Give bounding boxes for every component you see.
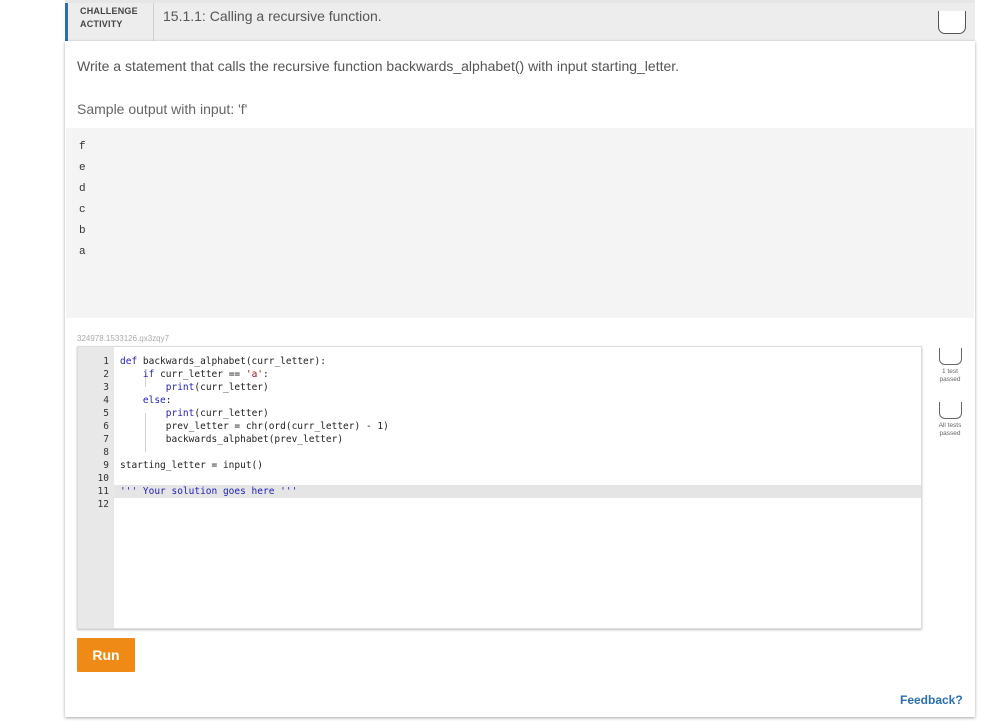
test-1-label: 1 test passed xyxy=(930,368,970,384)
code-line[interactable]: ''' Your solution goes here ''' xyxy=(120,485,297,498)
header-divider xyxy=(153,3,154,41)
completion-badge-icon xyxy=(938,11,966,34)
code-token: (curr_letter) xyxy=(194,382,269,393)
test-1-status-icon xyxy=(938,348,962,365)
run-button[interactable]: Run xyxy=(77,638,135,672)
activity-header: CHALLENGE ACTIVITY 15.1.1: Calling a rec… xyxy=(65,3,975,41)
line-number: 10 xyxy=(97,473,109,484)
sample-output-line: a xyxy=(79,246,86,258)
line-number: 12 xyxy=(97,499,109,510)
line-number: 8 xyxy=(103,447,109,458)
sample-output-box xyxy=(66,128,974,318)
activity-type-line2: ACTIVITY xyxy=(80,19,123,29)
code-token: if xyxy=(142,369,161,380)
code-token: backwards_alphabet(prev_letter) xyxy=(120,434,344,445)
code-token: ''' Your solution goes here ''' xyxy=(120,486,298,497)
test-status-2: All tests passed xyxy=(930,402,970,438)
activity-title: 15.1.1: Calling a recursive function. xyxy=(163,8,382,24)
code-token: (curr_letter) xyxy=(194,408,269,419)
code-token: backwards_alphabet(curr_letter): xyxy=(142,356,326,367)
sample-output-label: Sample output with input: 'f' xyxy=(77,101,248,117)
code-token: ) xyxy=(383,421,389,432)
feedback-link[interactable]: Feedback? xyxy=(900,693,963,707)
line-number: 9 xyxy=(103,460,109,471)
activity-type-line1: CHALLENGE xyxy=(80,6,138,16)
code-line[interactable]: print(curr_letter) xyxy=(120,407,269,420)
code-editor[interactable]: 1 2 3 4 5 6 7 8 9 10 11 12 def backwards_alphabet(c… xyxy=(77,346,922,629)
test-2-status-icon xyxy=(938,402,962,419)
code-token: print xyxy=(165,382,195,393)
test-1-label-line1: 1 test xyxy=(942,368,958,375)
line-number: 1 xyxy=(103,356,109,367)
code-line[interactable]: else: xyxy=(120,394,172,407)
code-token: print xyxy=(165,408,195,419)
code-token: def xyxy=(120,356,143,367)
code-line[interactable]: prev_letter = chr(ord(curr_letter) - 1) xyxy=(120,420,389,433)
line-number: 5 xyxy=(103,408,109,419)
line-number: 6 xyxy=(103,421,109,432)
code-line[interactable]: print(curr_letter) xyxy=(120,381,269,394)
sample-output-line: f xyxy=(79,141,86,153)
activity-id: 324978.1533126.qx3zqy7 xyxy=(77,334,170,343)
code-token: : xyxy=(263,369,269,380)
sample-output-line: e xyxy=(79,162,86,174)
line-number: 4 xyxy=(103,395,109,406)
instructions-text: Write a statement that calls the recursi… xyxy=(77,58,680,74)
code-token: curr_letter == xyxy=(160,369,246,380)
code-token: starting_letter = input() xyxy=(120,460,263,471)
sample-output-line: c xyxy=(79,204,86,216)
line-number: 2 xyxy=(103,369,109,380)
code-line[interactable]: if curr_letter == 'a': xyxy=(120,368,269,381)
test-2-label-line2: passed xyxy=(939,430,961,437)
test-2-label-line1: All tests xyxy=(938,422,962,429)
test-status-1: 1 test passed xyxy=(930,348,970,384)
code-token: 'a' xyxy=(245,369,264,380)
line-number: 11 xyxy=(97,486,109,497)
code-line[interactable]: backwards_alphabet(prev_letter) xyxy=(120,433,343,446)
line-number: 7 xyxy=(103,434,109,445)
code-token: : xyxy=(165,395,172,406)
activity-type-label: CHALLENGE ACTIVITY xyxy=(80,5,155,31)
sample-output-line: b xyxy=(79,225,86,237)
code-line[interactable]: def backwards_alphabet(curr_letter): xyxy=(120,355,326,368)
test-1-label-line2: passed xyxy=(939,376,961,383)
line-number: 3 xyxy=(103,382,109,393)
code-token: prev_letter = chr(ord(curr_letter) - xyxy=(120,421,378,432)
sample-output-line: d xyxy=(79,183,86,195)
test-2-label: All tests passed xyxy=(930,422,970,438)
header-accent-bar xyxy=(65,3,68,41)
code-line[interactable]: starting_letter = input() xyxy=(120,459,263,472)
code-token: else xyxy=(142,395,166,406)
sample-output-lines: f e d c b a xyxy=(79,137,86,263)
